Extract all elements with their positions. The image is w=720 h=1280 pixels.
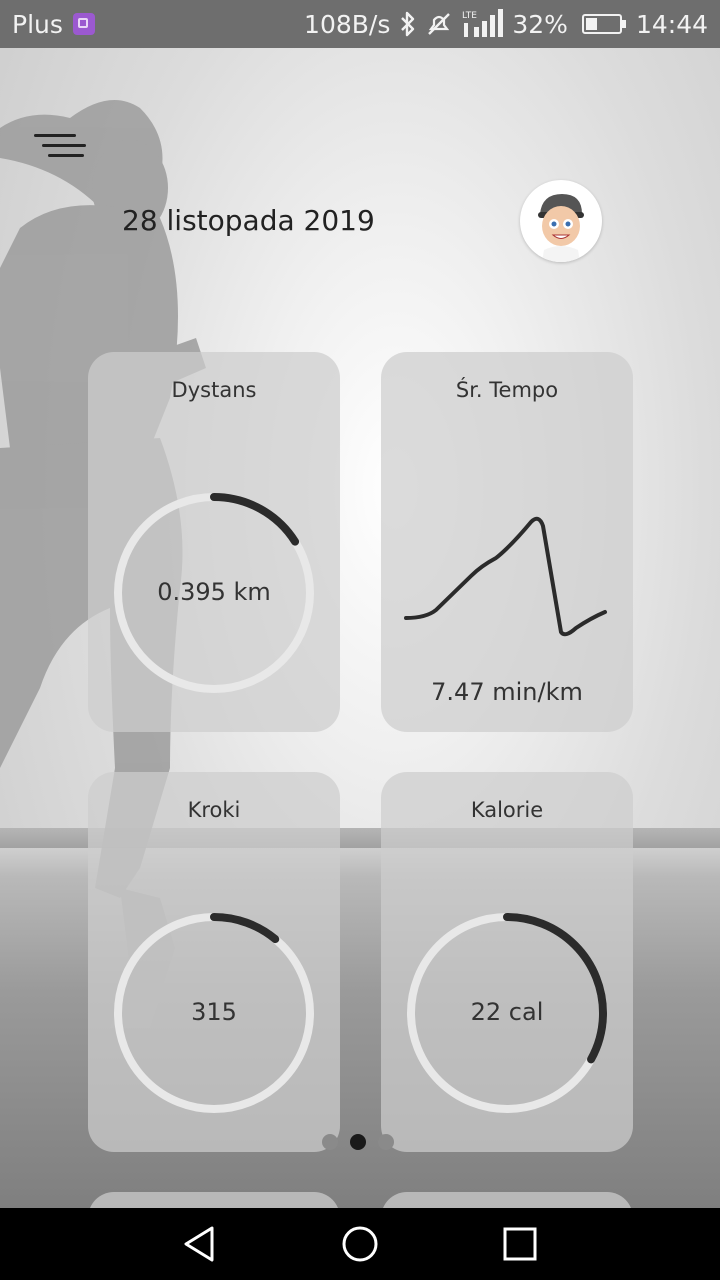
carrier-label: Plus <box>12 9 63 39</box>
page-indicator[interactable] <box>322 1134 394 1150</box>
avatar[interactable] <box>520 180 602 262</box>
gallery-notification-icon <box>72 13 95 35</box>
avatar-icon <box>538 194 584 262</box>
steps-card[interactable]: Kroki 315 <box>88 772 340 1152</box>
menu-icon-line-3 <box>48 154 84 157</box>
clock: 14:44 <box>635 9 708 39</box>
mute-icon <box>428 13 451 35</box>
signal-icon: LTE <box>462 9 504 37</box>
bluetooth-icon <box>401 11 415 37</box>
pace-card[interactable]: Śr. Tempo 7.47 min/km <box>381 352 633 732</box>
status-bar: Plus 108B/s LTE 32% 14:44 <box>0 0 720 48</box>
distance-card[interactable]: Dystans 0.395 km <box>88 352 340 732</box>
calories-card[interactable]: Kalorie 22 cal <box>381 772 633 1152</box>
steps-value: 315 <box>191 998 237 1026</box>
page-dot-2[interactable] <box>350 1134 366 1150</box>
back-icon[interactable] <box>180 1224 220 1264</box>
recents-icon[interactable] <box>500 1224 540 1264</box>
current-date: 28 listopada 2019 <box>122 204 375 237</box>
menu-button[interactable] <box>34 134 88 164</box>
page-dot-1[interactable] <box>322 1134 338 1150</box>
pace-value: 7.47 min/km <box>431 678 583 706</box>
battery-percent: 32% <box>512 9 568 39</box>
network-type: LTE <box>462 11 477 21</box>
network-speed: 108B/s <box>304 9 391 39</box>
distance-title: Dystans <box>171 378 257 402</box>
page-dot-3[interactable] <box>378 1134 394 1150</box>
menu-icon-line-1 <box>34 134 76 137</box>
distance-value: 0.395 km <box>157 578 271 606</box>
next-card-left[interactable] <box>88 1192 340 1208</box>
pace-graph <box>404 516 607 637</box>
next-card-right[interactable] <box>381 1192 633 1208</box>
calories-value: 22 cal <box>470 998 544 1026</box>
home-icon[interactable] <box>340 1224 380 1264</box>
navigation-bar <box>0 1208 720 1280</box>
calories-title: Kalorie <box>470 798 544 822</box>
menu-icon-line-2 <box>42 144 86 147</box>
battery-icon <box>581 14 626 34</box>
pace-title: Śr. Tempo <box>455 378 559 402</box>
dashboard: 28 listopada 2019 Dystans 0.395 km Śr. T… <box>0 48 720 1208</box>
steps-title: Kroki <box>187 798 241 822</box>
